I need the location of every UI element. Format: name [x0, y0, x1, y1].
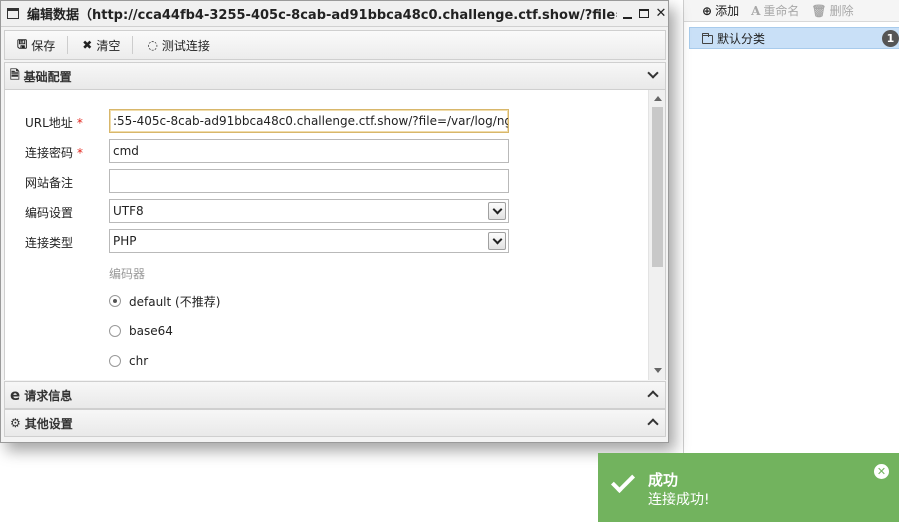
encoding-row: 编码设置 UTF8	[5, 199, 650, 223]
save-label: 保存	[31, 38, 56, 53]
scroll-thumb[interactable]	[652, 107, 663, 267]
save-button[interactable]: 🖫 保存	[15, 35, 67, 56]
required-mark: *	[76, 116, 83, 130]
encoder-option-label: default (不推荐)	[129, 294, 221, 309]
encoding-label: 编码设置	[25, 206, 74, 220]
encoder-option-label: base64	[129, 324, 173, 338]
toast-close-button[interactable]: ✕	[874, 464, 889, 479]
encoding-select-value: UTF8	[113, 204, 144, 218]
encoder-option-base64[interactable]: base64	[109, 322, 173, 340]
encoder-group-label: 编码器	[109, 267, 146, 281]
scroll-down-icon[interactable]	[649, 364, 665, 378]
floppy-icon: 🖫	[17, 36, 28, 51]
dialog-title-bar[interactable]: 编辑数据（http://cca44fb4-3255-405c-8cab-ad91…	[1, 1, 668, 27]
tree-item-default-category[interactable]: 默认分类 1	[689, 27, 899, 49]
chevron-up-icon	[647, 418, 659, 430]
toolbar-divider	[132, 36, 134, 54]
encoder-option-label: chr	[129, 354, 149, 368]
ie-icon: e	[10, 386, 21, 404]
encoder-option-default[interactable]: default (不推荐)	[109, 292, 220, 310]
font-icon: A	[751, 3, 761, 18]
rename-category-label: 重命名	[763, 4, 800, 18]
rename-category-button[interactable]: A 重命名	[751, 2, 799, 19]
chevron-down-icon	[488, 202, 506, 220]
required-mark: *	[77, 146, 84, 160]
close-button[interactable]: ✕	[655, 6, 667, 21]
minimize-button[interactable]	[621, 7, 633, 21]
basic-config-form: URL地址 * :55-405c-8cab-ad91bbca48c0.challe…	[4, 90, 666, 380]
spinner-icon: ◌	[147, 38, 158, 52]
window-icon	[7, 8, 19, 19]
chevron-down-icon	[488, 232, 506, 250]
form-scrollbar[interactable]	[648, 90, 665, 380]
tree-item-label: 默认分类	[717, 31, 766, 46]
file-icon: 🗎	[10, 67, 20, 82]
toast-title: 成功	[648, 471, 679, 489]
password-input[interactable]: cmd	[109, 139, 509, 163]
connection-type-value: PHP	[113, 234, 137, 248]
window-controls: ✕	[621, 6, 667, 21]
check-icon	[610, 468, 636, 494]
clear-label: 清空	[96, 38, 121, 53]
section-header-request[interactable]: e 请求信息	[4, 381, 666, 409]
radio-selected-icon[interactable]	[109, 295, 121, 307]
note-row: 网站备注	[5, 169, 650, 193]
note-input[interactable]	[109, 169, 509, 193]
password-label-text: 连接密码	[25, 146, 74, 160]
url-input[interactable]: :55-405c-8cab-ad91bbca48c0.challenge.ctf…	[109, 109, 509, 133]
note-label: 网站备注	[25, 176, 74, 190]
toolbar-divider	[67, 36, 69, 54]
dialog-title: 编辑数据（http://cca44fb4-3255-405c-8cab-ad91…	[27, 8, 617, 23]
toast-message: 连接成功!	[648, 492, 710, 508]
dialog-toolbar: 🖫 保存 ✖ 清空 ◌ 测试连接	[4, 30, 666, 60]
radio-icon[interactable]	[109, 355, 121, 367]
add-category-label: 添加	[715, 4, 740, 18]
url-row: URL地址 * :55-405c-8cab-ad91bbca48c0.challe…	[5, 109, 650, 133]
delete-category-label: 删除	[829, 4, 854, 18]
password-label: 连接密码 *	[25, 144, 83, 161]
chevron-down-icon	[647, 67, 659, 79]
maximize-icon	[639, 9, 649, 18]
close-icon: ✕	[655, 6, 667, 21]
type-row: 连接类型 PHP	[5, 229, 650, 253]
radio-icon[interactable]	[109, 325, 121, 337]
type-label: 连接类型	[25, 236, 74, 250]
delete-category-button[interactable]: 🗑 删除	[811, 2, 853, 19]
section-title-request: 请求信息	[24, 388, 73, 403]
chevron-up-icon	[647, 390, 659, 402]
minimize-icon	[622, 16, 632, 19]
test-connection-button[interactable]: ◌ 测试连接	[145, 37, 222, 54]
section-title-basic: 基础配置	[23, 69, 72, 84]
encoding-select[interactable]: UTF8	[109, 199, 509, 223]
side-toolbar: ⊕ 添加 A 重命名 🗑 删除	[684, 0, 899, 22]
encoder-option-chr[interactable]: chr	[109, 352, 148, 370]
category-count-badge: 1	[882, 30, 899, 47]
password-row: 连接密码 * cmd	[5, 139, 650, 163]
side-panel: ⊕ 添加 A 重命名 🗑 删除 默认分类 1	[683, 0, 899, 522]
scroll-up-icon[interactable]	[649, 92, 665, 106]
url-label: URL地址 *	[25, 114, 83, 131]
trash-icon: 🗑	[811, 3, 827, 18]
clear-button[interactable]: ✖ 清空	[80, 37, 132, 54]
maximize-button[interactable]	[638, 7, 650, 21]
add-category-button[interactable]: ⊕ 添加	[702, 2, 739, 19]
test-connection-label: 测试连接	[161, 38, 210, 53]
close-icon: ✕	[876, 465, 887, 478]
section-title-other: 其他设置	[24, 416, 73, 431]
success-toast: 成功 连接成功! ✕	[598, 453, 899, 522]
section-header-other[interactable]: ⚙ 其他设置	[4, 409, 666, 437]
edit-data-dialog: 编辑数据（http://cca44fb4-3255-405c-8cab-ad91…	[0, 0, 669, 443]
cogs-icon: ⚙	[10, 416, 21, 430]
plus-circle-icon: ⊕	[702, 3, 713, 18]
connection-type-select[interactable]: PHP	[109, 229, 509, 253]
x-icon: ✖	[82, 38, 93, 52]
url-label-text: URL地址	[25, 116, 73, 130]
section-header-basic[interactable]: 🗎 基础配置	[4, 62, 666, 90]
folder-icon	[702, 32, 713, 44]
